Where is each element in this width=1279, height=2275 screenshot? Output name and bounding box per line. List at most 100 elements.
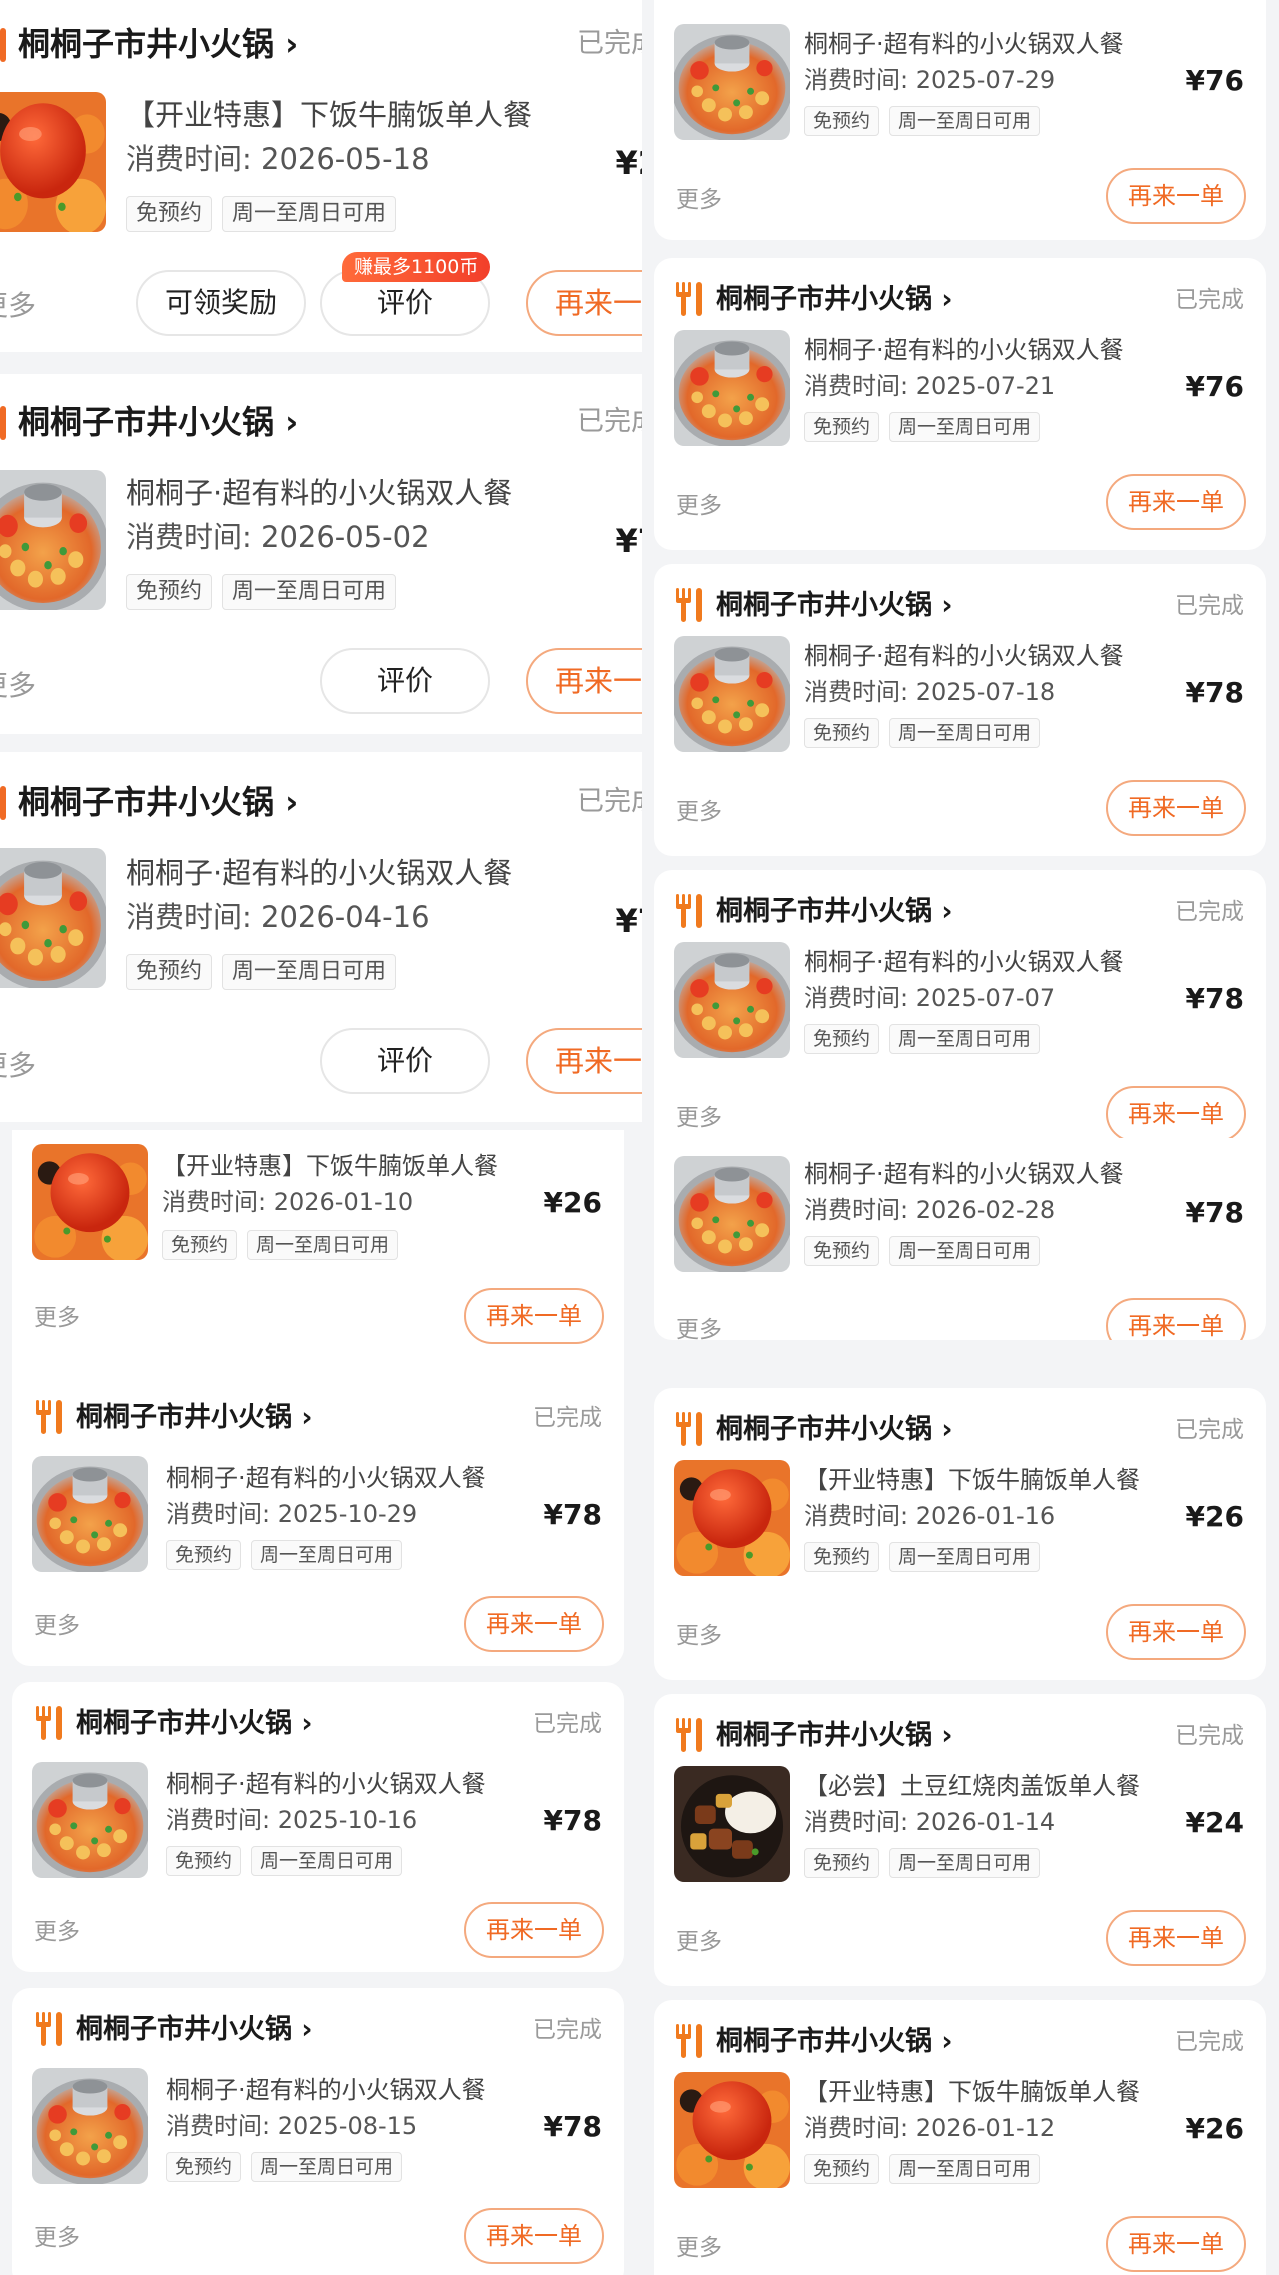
more-link[interactable]: 更多 xyxy=(0,284,36,324)
tag-no-reservation: 免预约 xyxy=(804,1236,880,1266)
item-price: ¥76 xyxy=(1185,64,1244,97)
reorder-button[interactable]: 再来一单 xyxy=(1106,1604,1246,1660)
tag-no-reservation: 免预约 xyxy=(166,1846,242,1876)
reorder-button[interactable]: 再来一单 xyxy=(464,1902,604,1958)
reorder-button[interactable]: 再来一单 xyxy=(464,2208,604,2264)
more-link[interactable]: 更多 xyxy=(676,1098,722,1132)
hotpot-icon[interactable] xyxy=(32,2068,148,2184)
more-link[interactable]: 更多 xyxy=(676,1310,722,1340)
braised-pork-rice-icon[interactable] xyxy=(674,1766,790,1882)
hotpot-icon[interactable] xyxy=(674,942,790,1058)
more-link[interactable]: 更多 xyxy=(676,1616,722,1650)
store-name-link[interactable]: 桐桐子市井小火锅 › xyxy=(18,778,298,826)
store-name-link[interactable]: 桐桐子市井小火锅 › xyxy=(18,398,298,446)
order-card[interactable]: 桐桐子市井小火锅 › 已完成 【必尝】土豆红烧肉盖饭单人餐 消费时间: 2026… xyxy=(654,1694,1266,1986)
order-status: 已完成 xyxy=(1175,287,1244,313)
item-title: 【开业特惠】下饭牛腩饭单人餐 xyxy=(804,1466,1140,1494)
more-link[interactable]: 更多 xyxy=(0,664,36,704)
store-name-link[interactable]: 桐桐子市井小火锅 › xyxy=(716,1714,953,1758)
beef-rice-icon[interactable] xyxy=(32,1144,148,1260)
reorder-button[interactable]: 再来一单 xyxy=(1106,780,1246,836)
reorder-button[interactable]: 再来一单 xyxy=(526,270,642,336)
order-card[interactable]: 桐桐子·超有料的小火锅双人餐 消费时间: 2026-02-28 免预约 周一至周日… xyxy=(654,1138,1266,1340)
reorder-button[interactable]: 再来一单 xyxy=(464,1288,604,1344)
store-accent-bar xyxy=(0,786,6,820)
order-card[interactable]: 桐桐子市井小火锅 › 已完成 桐桐子·超有料的小火锅双人餐 消费时间: 2025… xyxy=(12,1376,624,1666)
reorder-button[interactable]: 再来一单 xyxy=(1106,2216,1246,2272)
hotpot-icon[interactable] xyxy=(0,470,106,610)
more-link[interactable]: 更多 xyxy=(0,1044,36,1084)
item-time: 消费时间: 2025-07-18 xyxy=(804,678,1056,706)
order-card[interactable]: 桐桐子市井小火锅 › 已完成 桐桐子·超有料的小火锅双人餐 消费时间: 2026… xyxy=(0,374,642,734)
more-link[interactable]: 更多 xyxy=(676,1922,722,1956)
order-card[interactable]: 桐桐子市井小火锅 › 已完成 【开业特惠】下饭牛腩饭单人餐 消费时间: 2026… xyxy=(654,1388,1266,1680)
card-header: 桐桐子市井小火锅 › 已完成 xyxy=(18,778,642,826)
beef-rice-icon[interactable] xyxy=(0,92,106,232)
store-name-link[interactable]: 桐桐子市井小火锅 › xyxy=(76,1702,313,1746)
review-button[interactable]: 评价 xyxy=(320,1028,490,1094)
tag-list: 免预约 周一至周日可用 xyxy=(804,1542,1050,1572)
order-card[interactable]: 桐桐子·超有料的小火锅双人餐 消费时间: 2025-07-29 免预约 周一至周日… xyxy=(654,0,1266,240)
beef-rice-icon[interactable] xyxy=(674,2072,790,2188)
hotpot-icon[interactable] xyxy=(0,848,106,988)
hotpot-icon[interactable] xyxy=(674,24,790,140)
fork-knife-icon xyxy=(674,1718,704,1752)
order-status: 已完成 xyxy=(577,786,642,817)
hotpot-icon[interactable] xyxy=(674,330,790,446)
store-name-link[interactable]: 桐桐子市井小火锅 › xyxy=(716,2020,953,2064)
tag-no-reservation: 免预约 xyxy=(166,1540,242,1570)
store-name-link[interactable]: 桐桐子市井小火锅 › xyxy=(76,2008,313,2052)
reorder-button[interactable]: 再来一单 xyxy=(1106,168,1246,224)
tag-no-reservation: 免预约 xyxy=(166,2152,242,2182)
tag-weekday-available: 周一至周日可用 xyxy=(889,1542,1041,1572)
reorder-button[interactable]: 再来一单 xyxy=(1106,1298,1246,1340)
more-link[interactable]: 更多 xyxy=(676,180,722,214)
hotpot-icon[interactable] xyxy=(32,1456,148,1572)
order-card[interactable]: 桐桐子市井小火锅 › 已完成 桐桐子·超有料的小火锅双人餐 消费时间: 2026… xyxy=(0,752,642,1122)
reorder-button[interactable]: 再来一单 xyxy=(1106,474,1246,530)
tag-list: 免预约 周一至周日可用 xyxy=(126,954,406,990)
item-title: 【必尝】土豆红烧肉盖饭单人餐 xyxy=(804,1772,1140,1800)
more-link[interactable]: 更多 xyxy=(676,2228,722,2262)
tag-list: 免预约 周一至周日可用 xyxy=(804,1236,1050,1266)
left-column: 桐桐子市井小火锅 › 已完成 【开业特惠】下饭牛腩饭单人餐 消费时间: 2026… xyxy=(0,0,642,2275)
store-name-link[interactable]: 桐桐子市井小火锅 › xyxy=(716,584,953,628)
order-card[interactable]: 桐桐子市井小火锅 › 已完成 桐桐子·超有料的小火锅双人餐 消费时间: 2025… xyxy=(12,1988,624,2275)
beef-rice-icon[interactable] xyxy=(674,1460,790,1576)
reorder-button[interactable]: 再来一单 xyxy=(1106,1910,1246,1966)
more-link[interactable]: 更多 xyxy=(34,1298,80,1332)
hotpot-icon[interactable] xyxy=(674,1156,790,1272)
tag-no-reservation: 免预约 xyxy=(162,1230,238,1260)
more-link[interactable]: 更多 xyxy=(676,486,722,520)
tag-list: 免预约 周一至周日可用 xyxy=(804,2154,1050,2184)
order-status: 已完成 xyxy=(577,406,642,437)
tag-list: 免预约 周一至周日可用 xyxy=(166,2152,412,2182)
more-link[interactable]: 更多 xyxy=(34,1912,80,1946)
store-name-link[interactable]: 桐桐子市井小火锅 › xyxy=(76,1396,313,1440)
item-price: ¥76 xyxy=(1185,370,1244,403)
review-button[interactable]: 评价 xyxy=(320,648,490,714)
item-title: 【开业特惠】下饭牛腩饭单人餐 xyxy=(126,98,533,132)
more-link[interactable]: 更多 xyxy=(34,1606,80,1640)
store-name-link[interactable]: 桐桐子市井小火锅 › xyxy=(716,890,953,934)
store-name-link[interactable]: 桐桐子市井小火锅 › xyxy=(716,278,953,322)
store-name-link[interactable]: 桐桐子市井小火锅 › xyxy=(18,20,298,68)
order-card[interactable]: 桐桐子市井小火锅 › 已完成 【开业特惠】下饭牛腩饭单人餐 消费时间: 2026… xyxy=(0,0,642,352)
hotpot-icon[interactable] xyxy=(32,1762,148,1878)
reorder-button[interactable]: 再来一单 xyxy=(1106,1086,1246,1138)
reorder-button[interactable]: 再来一单 xyxy=(464,1596,604,1652)
order-card[interactable]: 桐桐子市井小火锅 › 已完成 桐桐子·超有料的小火锅双人餐 消费时间: 2025… xyxy=(654,258,1266,550)
order-card[interactable]: 桐桐子市井小火锅 › 已完成 桐桐子·超有料的小火锅双人餐 消费时间: 2025… xyxy=(12,1682,624,1972)
reorder-button[interactable]: 再来一单 xyxy=(526,648,642,714)
hotpot-icon[interactable] xyxy=(674,636,790,752)
order-card[interactable]: 桐桐子市井小火锅 › 已完成 桐桐子·超有料的小火锅双人餐 消费时间: 2025… xyxy=(654,870,1266,1138)
order-card[interactable]: 桐桐子市井小火锅 › 已完成 桐桐子·超有料的小火锅双人餐 消费时间: 2025… xyxy=(654,564,1266,856)
reorder-button[interactable]: 再来一单 xyxy=(526,1028,642,1094)
order-card[interactable]: 桐桐子市井小火锅 › 已完成 【开业特惠】下饭牛腩饭单人餐 消费时间: 2026… xyxy=(654,2000,1266,2275)
more-link[interactable]: 更多 xyxy=(34,2218,80,2252)
reward-button[interactable]: 可领奖励 xyxy=(136,270,306,336)
more-link[interactable]: 更多 xyxy=(676,792,722,826)
item-time: 消费时间: 2026-05-02 xyxy=(126,520,430,554)
fork-knife-icon xyxy=(674,282,704,316)
store-name-link[interactable]: 桐桐子市井小火锅 › xyxy=(716,1408,953,1452)
